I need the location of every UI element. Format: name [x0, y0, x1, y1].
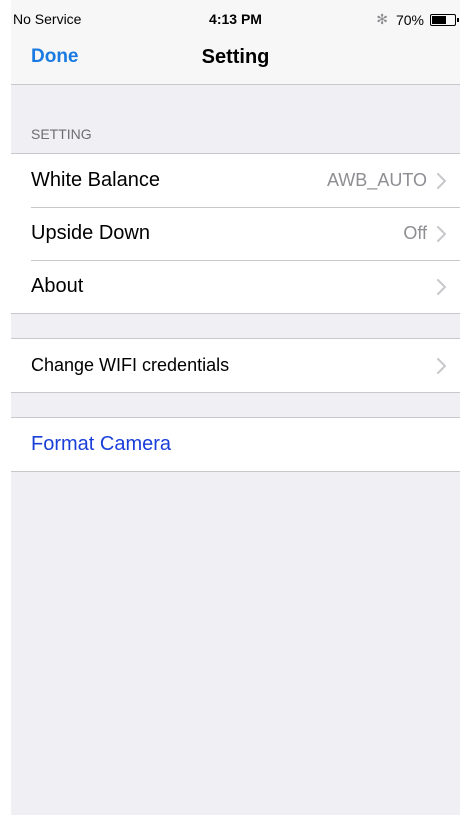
- page-title: Setting: [201, 46, 270, 68]
- row-value: AWB_AUTO: [326, 170, 427, 190]
- settings-screen: No Service 4:13 PM ✻ 70% Done Setting SE…: [11, 0, 460, 815]
- battery-tip: [457, 17, 459, 22]
- row-label: About: [31, 275, 84, 297]
- format-camera-label: Format Camera: [31, 433, 172, 455]
- row-label: White Balance: [31, 169, 160, 191]
- wifi-group: Change WIFI credentials: [11, 338, 460, 393]
- battery-fill: [432, 15, 446, 24]
- battery-percent: 70%: [395, 11, 424, 28]
- upside-down-row[interactable]: Upside Down Off: [11, 207, 460, 260]
- status-bar: No Service 4:13 PM ✻ 70%: [11, 0, 460, 38]
- chevron-right-icon: [437, 225, 446, 242]
- navigation-bar: Done Setting: [11, 38, 460, 84]
- format-group: Format Camera: [11, 417, 460, 472]
- row-label: Change WIFI credentials: [31, 355, 230, 375]
- battery-icon: [430, 13, 459, 26]
- status-right-group: ✻ 70%: [376, 11, 459, 28]
- about-row[interactable]: About: [11, 260, 460, 313]
- chevron-right-icon: [437, 357, 446, 374]
- row-label: Upside Down: [31, 222, 150, 244]
- row-value: Off: [403, 223, 427, 243]
- settings-group: White Balance AWB_AUTO Upside Down Off A…: [11, 153, 460, 314]
- top-chrome: No Service 4:13 PM ✻ 70% Done Setting: [11, 0, 460, 85]
- format-camera-button[interactable]: Format Camera: [11, 418, 460, 471]
- chevron-right-icon: [437, 278, 446, 295]
- white-balance-row[interactable]: White Balance AWB_AUTO: [11, 154, 460, 207]
- bluetooth-icon: ✻: [376, 11, 388, 27]
- section-header: SETTING: [31, 126, 92, 142]
- chevron-right-icon: [437, 172, 446, 189]
- change-wifi-row[interactable]: Change WIFI credentials: [11, 339, 460, 392]
